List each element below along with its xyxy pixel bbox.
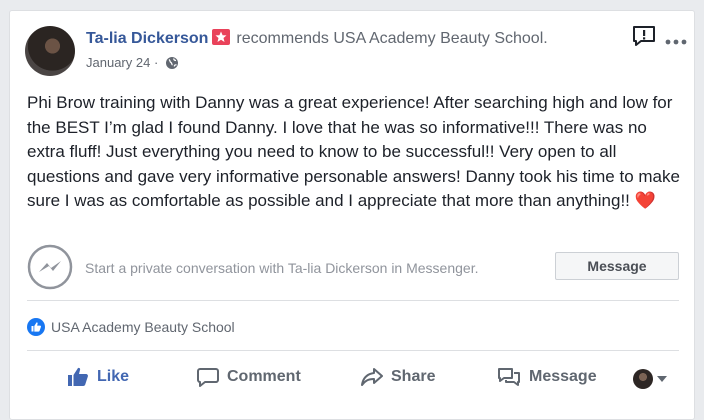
message-action-button[interactable]: Message: [497, 367, 597, 387]
post-card: Ta-lia Dickerson recommends USA Academy B…: [9, 10, 695, 420]
comment-button[interactable]: Comment: [197, 367, 301, 387]
viewer-avatar: [633, 369, 653, 389]
globe-icon[interactable]: [165, 56, 179, 73]
likes-summary: USA Academy Beauty School: [27, 316, 679, 351]
share-button[interactable]: Share: [361, 367, 435, 387]
chevron-down-icon: [657, 376, 667, 382]
post-header: Ta-lia Dickerson recommends USA Academy B…: [86, 29, 548, 48]
recommends-text: recommends: [236, 30, 329, 47]
star-badge-icon: [212, 29, 231, 45]
viewer-identity-select[interactable]: [633, 369, 667, 389]
messenger-icon[interactable]: [27, 244, 73, 290]
like-label: Like: [97, 368, 130, 385]
action-bar: Like Comment Share Message: [27, 361, 679, 395]
messenger-prompt: Start a private conversation with Ta-lia…: [85, 260, 479, 276]
author-avatar[interactable]: [25, 26, 75, 76]
message-icon: [498, 368, 520, 386]
liker-name[interactable]: USA Academy Beauty School: [51, 319, 235, 335]
share-label: Share: [391, 368, 436, 385]
report-icon[interactable]: [632, 25, 656, 47]
post-text: Phi Brow training with Danny was a great…: [27, 93, 680, 210]
author-name[interactable]: Ta-lia Dickerson: [86, 30, 208, 47]
post-date[interactable]: January 24: [86, 55, 150, 70]
thumbs-up-icon: [27, 318, 45, 336]
share-icon: [361, 368, 383, 386]
heart-emoji: ❤️: [634, 191, 656, 210]
more-options-icon[interactable]: [665, 29, 687, 50]
message-button[interactable]: Message: [555, 252, 679, 280]
post-meta: January 24 ·: [86, 55, 179, 73]
page-name-link[interactable]: USA Academy Beauty School.: [333, 30, 547, 47]
post-body: Phi Brow training with Danny was a great…: [27, 91, 687, 214]
messenger-row: Start a private conversation with Ta-lia…: [27, 244, 679, 301]
comment-icon: [197, 368, 219, 387]
thumbs-up-icon: [68, 367, 88, 386]
like-button[interactable]: Like: [67, 367, 129, 387]
comment-label: Comment: [227, 368, 301, 385]
date-separator: ·: [153, 55, 159, 70]
message-action-label: Message: [529, 368, 597, 385]
